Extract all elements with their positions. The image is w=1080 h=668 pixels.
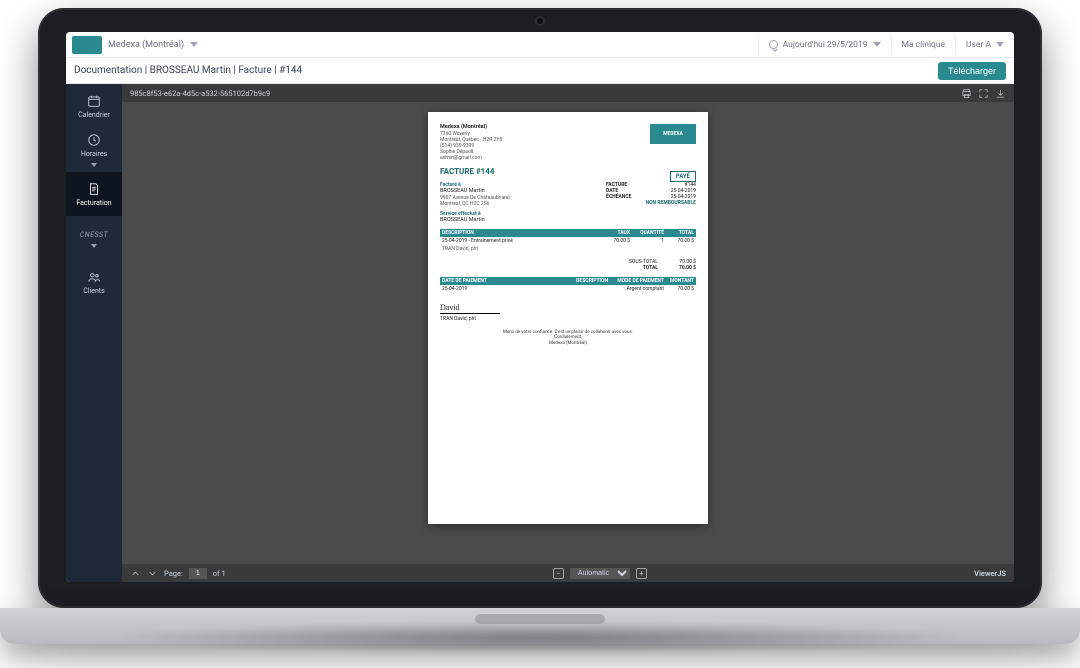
meta-due-label: ÉCHÉANCE [606, 194, 631, 200]
clock-icon [87, 133, 101, 147]
chevron-down-icon [873, 42, 881, 47]
fullscreen-icon[interactable] [978, 88, 989, 99]
chevron-down-icon [91, 163, 97, 167]
clinic-name: Medexa (Montréal) [108, 40, 184, 50]
page-of: of 1 [213, 569, 226, 578]
viewer-canvas[interactable]: Medexa (Montréal) 7260 Waverly Montréal,… [122, 102, 1014, 564]
pay-col-desc: DESCRIPTION [562, 278, 608, 284]
user-label: User A [966, 40, 991, 50]
invoice-icon [87, 182, 101, 196]
user-menu[interactable]: User A [955, 35, 1014, 55]
line-total: 70.00 $ [664, 238, 694, 244]
bill-to-name: BROSSEAU Martin [440, 188, 600, 195]
chevron-down-icon [91, 244, 97, 248]
sidebar-item-schedules[interactable]: Horaires [66, 128, 122, 172]
laptop-frame: Medexa (Montréal) Aujourd'hui 29/5/2019 … [38, 8, 1042, 644]
col-qty: QUANTITÉ [630, 230, 664, 236]
pay-mode: Argent comptant [608, 286, 664, 292]
page-label: Page: [164, 569, 183, 578]
payments-table: DATE DE PAIEMENT DESCRIPTION MODE DE PAI… [440, 277, 696, 293]
pay-col-amount: MONTANT [664, 278, 694, 284]
total-label: TOTAL [618, 265, 658, 271]
viewer-top-bar: 985c8f53-e62a-4d5c-a532-565102d7b9c9 [122, 84, 1014, 102]
camera-dot [537, 18, 543, 24]
laptop-shadow [108, 622, 971, 654]
laptop-lid: Medexa (Montréal) Aujourd'hui 29/5/2019 … [38, 8, 1042, 608]
total-value: 70.00 $ [666, 265, 696, 271]
viewer-bottom-bar: Page: of 1 − Automatic + ViewerJS [122, 564, 1014, 582]
non-refundable-label: NON REMBOURSABLE [606, 200, 696, 206]
sidebar-item-label: Calendrier [78, 111, 110, 119]
service-to-name: BROSSEAU Martin [440, 217, 600, 224]
zoom-select[interactable]: Automatic [570, 568, 630, 579]
pay-date: 25-04-2019 [442, 286, 562, 292]
sidebar-item-label: Horaires [81, 150, 107, 158]
page-up-icon[interactable] [130, 568, 141, 579]
company-name: Medexa (Montréal) [440, 124, 650, 131]
page-header: Documentation | BROSSEAU Martin | Factur… [66, 58, 1014, 84]
col-rate: TAUX [600, 230, 630, 236]
company-email: admin@gmail.com [440, 155, 650, 161]
invoice-title: FACTURE #144 [440, 167, 494, 177]
paid-stamp: PAYÉ [670, 171, 696, 182]
totals: SOUS-TOTAL70.00 $ TOTAL70.00 $ [440, 259, 696, 271]
zoom-out-button[interactable]: − [553, 568, 564, 579]
bill-to-addr2: Montréal, QC H2C 2S6 [440, 201, 600, 207]
calendar-icon [87, 94, 101, 108]
page-down-icon[interactable] [147, 568, 158, 579]
chevron-down-icon [996, 42, 1004, 47]
document-id: 985c8f53-e62a-4d5c-a532-565102d7b9c9 [130, 89, 270, 98]
line-rate: 70.00 $ [600, 238, 630, 244]
breadcrumb: Documentation | BROSSEAU Martin | Factur… [74, 65, 302, 76]
zoom-in-button[interactable]: + [636, 568, 647, 579]
clinic-selector[interactable]: Medexa (Montréal) [108, 40, 198, 50]
today-button[interactable]: Aujourd'hui 29/5/2019 [758, 35, 891, 55]
document-viewer: 985c8f53-e62a-4d5c-a532-565102d7b9c9 Med… [122, 84, 1014, 582]
table-row: 25-04-2019 Argent comptant 70.00 $ [440, 285, 696, 293]
sidebar-item-cnesst[interactable]: CNESST [66, 216, 122, 260]
line-sub: TRAN David, pht [442, 246, 694, 252]
clients-icon [87, 270, 101, 284]
today-label: Aujourd'hui 29/5/2019 [783, 40, 868, 50]
company-logo: MEDEXA [650, 124, 696, 144]
sidebar-item-clients[interactable]: Clients [66, 260, 122, 304]
download-icon[interactable] [995, 88, 1006, 99]
pay-desc [562, 286, 608, 292]
chevron-down-icon [190, 42, 198, 47]
page-input[interactable] [189, 568, 207, 579]
brand-logo[interactable] [72, 36, 102, 54]
sidebar-item-billing[interactable]: Facturation [66, 172, 122, 216]
col-desc: DESCRIPTION [442, 230, 600, 236]
print-icon[interactable] [961, 88, 972, 99]
sidebar-item-calendar[interactable]: Calendrier [66, 84, 122, 128]
download-button[interactable]: Télécharger [938, 62, 1006, 80]
sidebar-item-label: Clients [83, 287, 104, 295]
signer-name: TRAN David, pht [440, 316, 696, 322]
sidebar-item-label: Facturation [76, 199, 111, 207]
viewer-brand: ViewerJS [974, 569, 1006, 578]
pay-col-mode: MODE DE PAIEMENT [608, 278, 664, 284]
table-row: 25-04-2019 - Entraînement privé 70.00 $ … [440, 237, 696, 245]
line-items-table: DESCRIPTION TAUX QUANTITÉ TOTAL 25-04-20… [440, 229, 696, 253]
app-screen: Medexa (Montréal) Aujourd'hui 29/5/2019 … [66, 32, 1014, 582]
my-clinic-label: Ma clinique [902, 40, 946, 50]
company-foot: Medexa (Montréal) [440, 341, 696, 346]
top-bar: Medexa (Montréal) Aujourd'hui 29/5/2019 … [66, 32, 1014, 58]
line-desc: 25-04-2019 - Entraînement privé [442, 238, 600, 244]
invoice-document: Medexa (Montréal) 7260 Waverly Montréal,… [428, 112, 708, 524]
line-qty: 1 [630, 238, 664, 244]
pay-col-date: DATE DE PAIEMENT [442, 278, 562, 284]
cnesst-logo: CNESST [80, 231, 108, 239]
sidebar: Calendrier Horaires Facturation [66, 84, 122, 582]
bell-icon [769, 40, 778, 49]
pay-amount: 70.00 $ [664, 286, 694, 292]
col-total: TOTAL [664, 230, 694, 236]
my-clinic-button[interactable]: Ma clinique [891, 35, 956, 55]
signature: David [440, 303, 500, 314]
